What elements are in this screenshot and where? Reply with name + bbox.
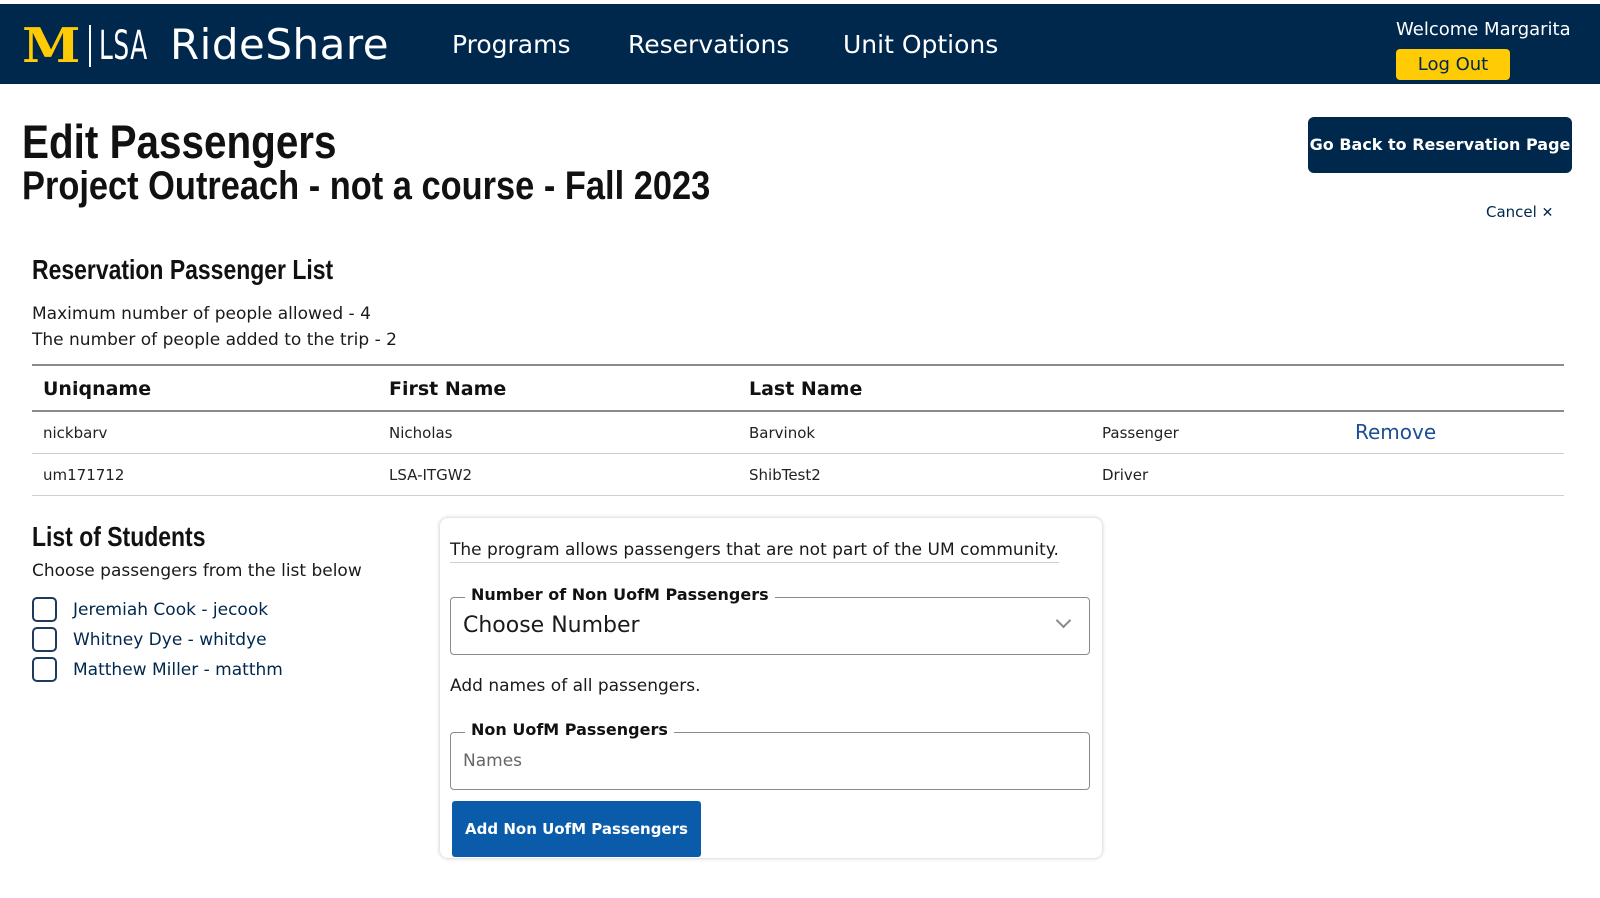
student-option[interactable]: Jeremiah Cook - jecook	[32, 597, 268, 622]
added-people-text: The number of people added to the trip -…	[32, 330, 397, 350]
passenger-table: Uniqname First Name Last Name nickbarv N…	[32, 364, 1564, 496]
non-um-passengers-panel: The program allows passengers that are n…	[440, 518, 1102, 858]
passenger-list-heading: Reservation Passenger List	[32, 254, 334, 285]
welcome-message: Welcome Margarita	[1396, 19, 1571, 40]
students-heading: List of Students	[32, 521, 206, 552]
cell-uniqname: nickbarv	[43, 424, 108, 442]
cell-first-name: LSA-ITGW2	[389, 466, 473, 484]
cell-last-name: ShibTest2	[749, 466, 821, 484]
number-select-value: Choose Number	[463, 613, 640, 638]
cell-uniqname: um171712	[43, 466, 125, 484]
cell-first-name: Nicholas	[389, 424, 453, 442]
table-row: nickbarv Nicholas Barvinok Passenger Rem…	[32, 412, 1564, 454]
cancel-label: Cancel	[1486, 203, 1537, 221]
page-title: Edit Passengers	[22, 115, 337, 168]
names-field-wrapper: Non UofM Passengers	[450, 720, 1090, 790]
column-header-uniqname: Uniqname	[43, 378, 152, 400]
cell-role: Driver	[1102, 466, 1149, 484]
nav-reservations[interactable]: Reservations	[628, 30, 789, 59]
block-m-logo: M	[22, 18, 80, 74]
max-people-text: Maximum number of people allowed - 4	[32, 304, 371, 324]
table-header: Uniqname First Name Last Name	[32, 364, 1564, 412]
program-subtitle: Project Outreach - not a course - Fall 2…	[22, 164, 711, 208]
non-um-note: The program allows passengers that are n…	[450, 540, 1059, 563]
log-out-button[interactable]: Log Out	[1396, 49, 1510, 80]
app-name[interactable]: RideShare	[170, 20, 389, 69]
student-label: Jeremiah Cook - jecook	[73, 599, 269, 620]
remove-passenger-link[interactable]: Remove	[1355, 420, 1436, 444]
students-instruction: Choose passengers from the list below	[32, 561, 362, 581]
lsa-logo[interactable]: M LSA	[22, 22, 159, 70]
logo-divider	[89, 25, 92, 67]
nav-unit-options[interactable]: Unit Options	[843, 30, 998, 59]
add-names-instruction: Add names of all passengers.	[450, 676, 701, 696]
student-option[interactable]: Whitney Dye - whitdye	[32, 627, 267, 652]
student-label: Matthew Miller - matthm	[73, 659, 283, 680]
student-checkbox[interactable]	[32, 627, 57, 652]
add-non-um-passengers-button[interactable]: Add Non UofM Passengers	[452, 801, 701, 857]
student-checkbox[interactable]	[32, 657, 57, 682]
lsa-wordmark: LSA	[99, 23, 148, 69]
cell-role: Passenger	[1102, 424, 1179, 442]
names-input[interactable]	[451, 733, 1089, 789]
student-option[interactable]: Matthew Miller - matthm	[32, 657, 283, 682]
number-select[interactable]: Number of Non UofM Passengers Choose Num…	[450, 585, 1090, 655]
top-nav-bar: M LSA RideShare Programs Reservations Un…	[0, 4, 1600, 84]
column-header-first-name: First Name	[389, 378, 507, 400]
nav-programs[interactable]: Programs	[452, 30, 571, 59]
cell-last-name: Barvinok	[749, 424, 816, 442]
student-checkbox[interactable]	[32, 597, 57, 622]
go-back-to-reservation-button[interactable]: Go Back to Reservation Page	[1308, 117, 1572, 173]
number-select-label: Number of Non UofM Passengers	[465, 585, 775, 604]
close-icon: ✕	[1541, 205, 1554, 221]
student-label: Whitney Dye - whitdye	[73, 629, 267, 650]
chevron-down-icon	[1055, 612, 1072, 629]
table-row: um171712 LSA-ITGW2 ShibTest2 Driver	[32, 454, 1564, 496]
cancel-link[interactable]: Cancel ✕	[1486, 203, 1553, 221]
column-header-last-name: Last Name	[749, 378, 863, 400]
